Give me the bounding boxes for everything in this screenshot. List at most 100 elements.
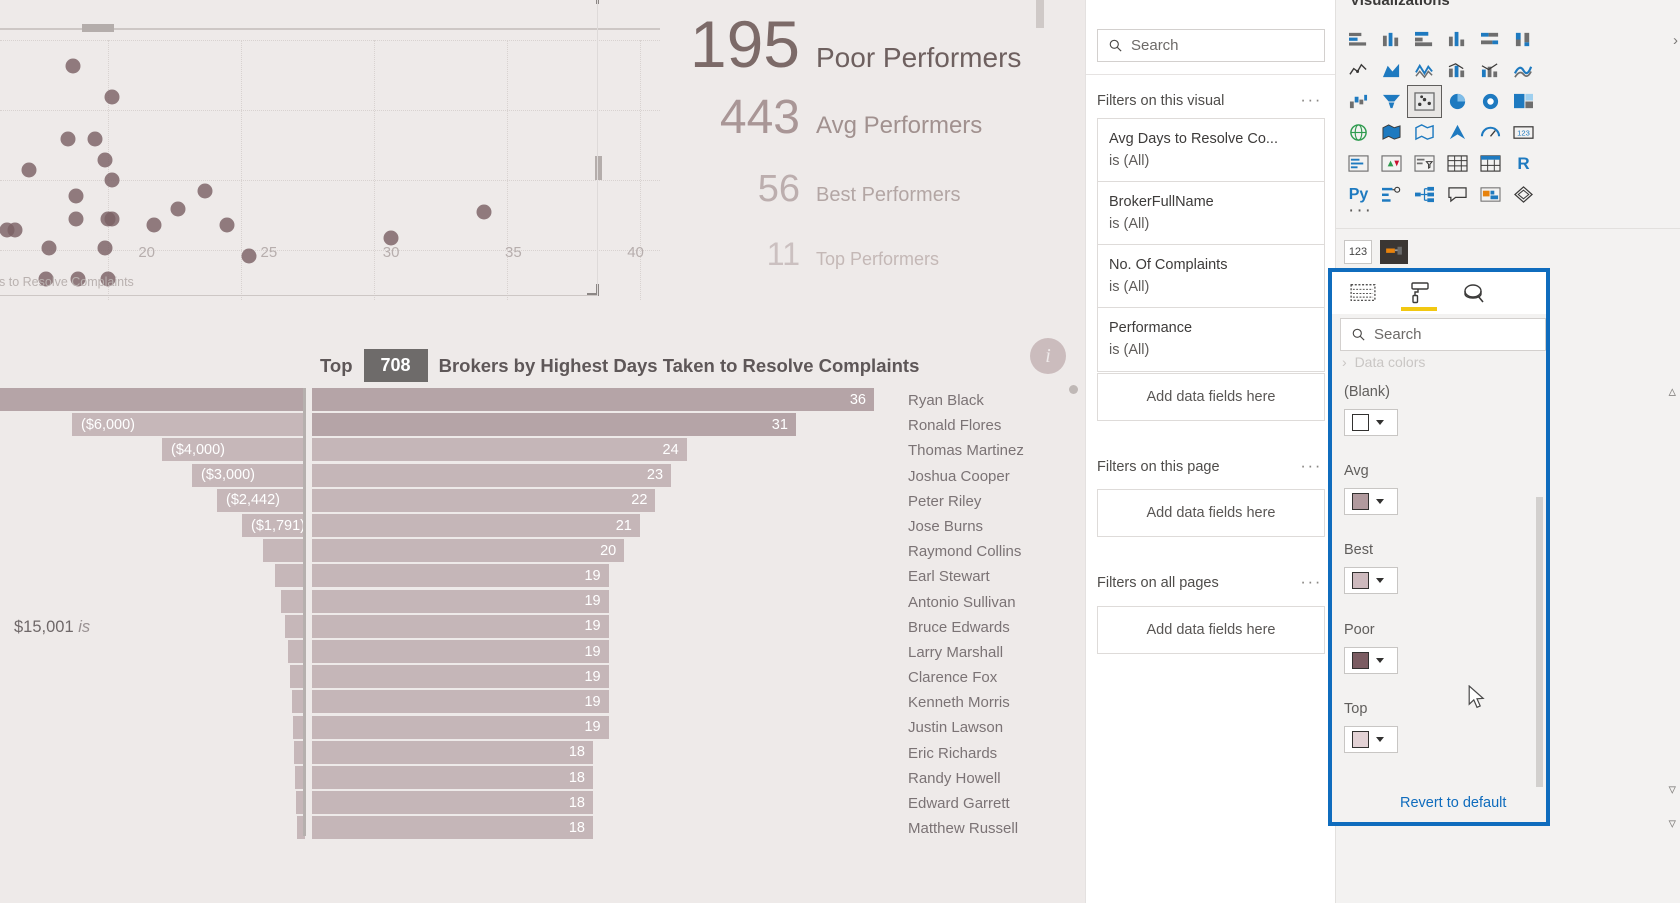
line-chart-icon[interactable] xyxy=(1342,55,1375,86)
scatter-point[interactable] xyxy=(146,217,162,233)
pane-scroll-up-icon[interactable]: ▵ xyxy=(1668,382,1676,400)
fields-tab-icon[interactable] xyxy=(1346,278,1380,308)
scatter-point[interactable] xyxy=(170,201,186,217)
money-bar[interactable]: ($6,000) xyxy=(72,413,305,437)
waterfall-chart-icon[interactable] xyxy=(1342,86,1375,117)
days-bar[interactable]: 22 xyxy=(312,488,656,512)
color-swatch[interactable] xyxy=(1352,731,1369,748)
broker-name[interactable]: Jose Burns xyxy=(908,514,1083,539)
broker-name[interactable]: Peter Riley xyxy=(908,489,1083,514)
shape-map-icon[interactable] xyxy=(1408,117,1441,148)
filters-visual-more-icon[interactable]: ··· xyxy=(1300,91,1322,108)
chevron-right-icon[interactable]: › xyxy=(1673,32,1678,49)
scatter-point[interactable] xyxy=(104,211,120,227)
visual-gallery-more-icon[interactable]: ··· xyxy=(1348,200,1373,222)
visualizations-pane[interactable]: Visualizations › 123 R Py ··· 123 Search… xyxy=(1328,0,1680,903)
filter-card[interactable]: No. Of Complaints is (All) xyxy=(1097,244,1325,309)
days-bar[interactable]: 18 xyxy=(312,791,593,815)
broker-name[interactable]: Bruce Edwards xyxy=(908,615,1083,640)
filter-card[interactable]: Avg Days to Resolve Co... is (All) xyxy=(1097,118,1325,183)
broker-name[interactable]: Justin Lawson xyxy=(908,715,1083,740)
filters-pane[interactable]: Search Filters on this visual ··· Avg Da… xyxy=(1085,0,1335,903)
broker-name[interactable]: Earl Stewart xyxy=(908,564,1083,589)
days-bar[interactable]: 24 xyxy=(312,438,687,462)
color-swatch[interactable] xyxy=(1352,414,1369,431)
money-bar[interactable]: ($2,442) xyxy=(217,488,305,512)
clustered-bar-chart-icon[interactable] xyxy=(1408,24,1441,55)
add-data-fields-dropzone-all-pages[interactable]: Add data fields here xyxy=(1097,606,1325,654)
days-bar[interactable]: 19 xyxy=(312,715,609,739)
scatter-point[interactable] xyxy=(65,58,81,74)
fields-tab[interactable]: 123 xyxy=(1344,240,1372,264)
kpi-card[interactable]: 195 Poor Performers xyxy=(660,6,1080,82)
scatter-point[interactable] xyxy=(21,162,37,178)
broker-name-list[interactable]: Ryan Black Ronald Flores Thomas Martinez Jo… xyxy=(908,388,1083,841)
slicer-icon[interactable] xyxy=(1408,148,1441,179)
filters-all-pages-more-icon[interactable]: ··· xyxy=(1300,573,1322,590)
scatter-point[interactable] xyxy=(219,217,235,233)
scatter-point[interactable] xyxy=(197,183,213,199)
kpi-cards[interactable]: 195 Poor Performers 443 Avg Performers 56 Bes… xyxy=(660,0,1080,310)
hundred-stacked-bar-chart-icon[interactable] xyxy=(1474,24,1507,55)
scatter-point[interactable] xyxy=(104,172,120,188)
scatter-point[interactable] xyxy=(68,211,84,227)
analytics-magnifier-icon[interactable] xyxy=(1458,278,1492,308)
pie-chart-icon[interactable] xyxy=(1441,86,1474,117)
kpi-card[interactable]: 443 Avg Performers xyxy=(660,90,1080,145)
broker-name[interactable]: Joshua Cooper xyxy=(908,464,1083,489)
donut-chart-icon[interactable] xyxy=(1474,86,1507,117)
scatter-point[interactable] xyxy=(97,152,113,168)
color-swatch[interactable] xyxy=(1352,652,1369,669)
filled-map-icon[interactable] xyxy=(1375,117,1408,148)
pane-scroll-end-icon[interactable]: ▿ xyxy=(1668,814,1676,832)
chevron-down-icon[interactable] xyxy=(1376,499,1384,504)
data-colors-section-header[interactable]: › Data colors xyxy=(1342,354,1425,370)
color-picker-button[interactable] xyxy=(1344,488,1398,515)
visual-type-gallery[interactable]: 123 R Py xyxy=(1342,24,1540,210)
gauge-icon[interactable] xyxy=(1474,117,1507,148)
chevron-down-icon[interactable] xyxy=(1376,737,1384,742)
days-bar[interactable]: 19 xyxy=(312,589,609,613)
info-icon[interactable]: i xyxy=(1030,338,1066,374)
money-bar[interactable] xyxy=(263,539,305,563)
color-picker-button[interactable] xyxy=(1344,567,1398,594)
fields-format-tab-strip[interactable]: 123 xyxy=(1344,240,1408,264)
days-bar[interactable]: 18 xyxy=(312,740,593,764)
broker-name[interactable]: Randy Howell xyxy=(908,766,1083,791)
add-data-fields-dropzone-visual[interactable]: Add data fields here xyxy=(1097,373,1325,421)
days-bar[interactable]: 19 xyxy=(312,690,609,714)
filters-page-more-icon[interactable]: ··· xyxy=(1300,457,1322,474)
scatter-point[interactable] xyxy=(68,188,84,204)
color-picker-button[interactable] xyxy=(1344,409,1398,436)
color-picker-button[interactable] xyxy=(1344,726,1398,753)
smart-narrative-icon[interactable] xyxy=(1474,179,1507,210)
scatter-point[interactable] xyxy=(476,204,492,220)
filter-card[interactable]: BrokerFullName is (All) xyxy=(1097,181,1325,246)
broker-name[interactable]: Clarence Fox xyxy=(908,665,1083,690)
broker-name[interactable]: Kenneth Morris xyxy=(908,690,1083,715)
broker-name[interactable]: Ronald Flores xyxy=(908,413,1083,438)
days-bar[interactable]: 36 xyxy=(312,388,874,411)
days-bar[interactable]: 21 xyxy=(312,514,640,537)
scatter-point[interactable] xyxy=(60,131,76,147)
line-stacked-column-chart-icon[interactable] xyxy=(1441,55,1474,86)
stacked-bar-chart-icon[interactable] xyxy=(1342,24,1375,55)
funnel-chart-icon[interactable] xyxy=(1375,86,1408,117)
broker-name[interactable]: Thomas Martinez xyxy=(908,438,1083,463)
days-bar[interactable]: 23 xyxy=(312,463,672,487)
money-bar[interactable] xyxy=(281,589,305,613)
money-bar[interactable] xyxy=(0,388,305,411)
scatter-point[interactable] xyxy=(383,230,399,246)
filters-search[interactable]: Search xyxy=(1097,29,1325,62)
broker-name[interactable]: Eric Richards xyxy=(908,741,1083,766)
days-bar[interactable]: 18 xyxy=(312,766,593,789)
pane-scroll-down-icon[interactable]: ▿ xyxy=(1668,780,1676,798)
filter-card[interactable]: Performance is (All) xyxy=(1097,307,1325,372)
map-icon[interactable] xyxy=(1342,117,1375,148)
format-pane-scroll-thumb[interactable] xyxy=(1536,497,1543,787)
stacked-area-chart-icon[interactable] xyxy=(1408,55,1441,86)
broker-name[interactable]: Matthew Russell xyxy=(908,816,1083,841)
money-bar-chart[interactable]: ($6,000) ($4,000) ($3,000) ($2,442) ($1,791) xyxy=(0,388,305,903)
scatter-visual[interactable]: ··· 2025303540 Avg Days to Resolve Compl… xyxy=(0,0,660,335)
table-icon[interactable] xyxy=(1441,148,1474,179)
